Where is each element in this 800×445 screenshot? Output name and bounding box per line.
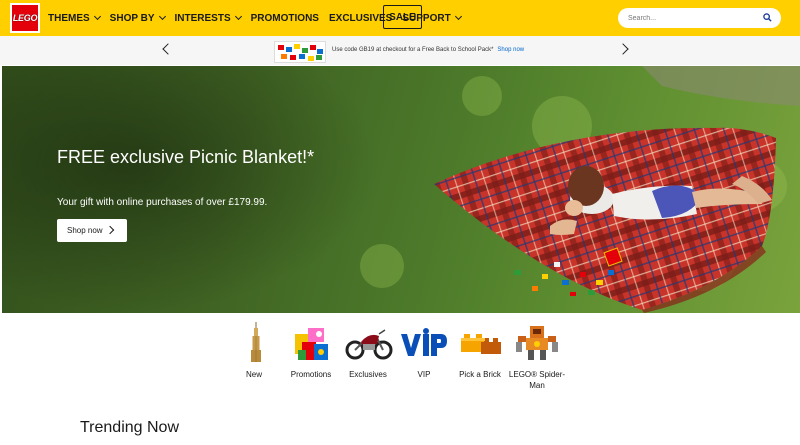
promo-text: Use code GB19 at checkout for a Free Bac… bbox=[332, 47, 494, 53]
hero-banner[interactable]: FREE exclusive Picnic Blanket!* Your gif… bbox=[2, 66, 800, 313]
category-promotions[interactable]: Promotions bbox=[281, 322, 341, 380]
category-spider-man[interactable]: LEGO® Spider-Man bbox=[507, 322, 567, 391]
sale-button[interactable]: SALE bbox=[383, 5, 422, 29]
category-exclusives-label: Exclusives bbox=[349, 370, 387, 379]
logo-text: LEGO bbox=[12, 13, 38, 23]
hero-picnic-image bbox=[2, 66, 800, 313]
nav-shop-by[interactable]: SHOP BY bbox=[109, 12, 166, 24]
nav-interests-label: INTERESTS bbox=[174, 12, 231, 24]
nav-themes[interactable]: THEMES bbox=[48, 12, 101, 24]
chevron-down-icon bbox=[454, 12, 462, 21]
search-box[interactable] bbox=[618, 8, 781, 28]
chevron-left-icon[interactable] bbox=[162, 43, 174, 55]
chevron-down-icon bbox=[234, 12, 242, 21]
top-header: LEGO THEMES SHOP BY INTERESTS PROMOTIONS… bbox=[0, 0, 800, 36]
lego-logo[interactable]: LEGO bbox=[10, 3, 40, 33]
promo-message: Use code GB19 at checkout for a Free Bac… bbox=[332, 47, 524, 53]
category-vip-label: VIP bbox=[417, 370, 431, 379]
nav-themes-label: THEMES bbox=[48, 12, 90, 24]
hero-shop-now-label: Shop now bbox=[67, 226, 103, 235]
promo-shop-now-link[interactable]: Shop now bbox=[497, 47, 524, 53]
chevron-down-icon bbox=[158, 12, 166, 21]
nav-shop-by-label: SHOP BY bbox=[109, 12, 155, 24]
empire-state-building-icon bbox=[251, 322, 261, 362]
nav-promotions-label: PROMOTIONS bbox=[250, 12, 319, 24]
hero-shop-now-button[interactable]: Shop now bbox=[57, 219, 127, 242]
chevron-right-icon bbox=[105, 225, 115, 235]
category-pick-a-brick-label: Pick a Brick bbox=[459, 370, 501, 379]
brick-icon bbox=[461, 334, 501, 354]
category-vip[interactable]: VIP bbox=[394, 322, 454, 380]
chevron-right-icon[interactable] bbox=[617, 43, 629, 55]
category-new-label: New bbox=[245, 370, 262, 379]
category-spider-man-label: LEGO® Spider-Man bbox=[508, 370, 566, 390]
category-pick-a-brick[interactable]: Pick a Brick bbox=[450, 322, 510, 380]
trending-now-heading: Trending Now bbox=[80, 419, 180, 436]
back-to-school-pack-image bbox=[274, 41, 326, 63]
chevron-down-icon bbox=[93, 12, 101, 21]
category-new[interactable]: New bbox=[224, 322, 284, 380]
nav-promotions[interactable]: PROMOTIONS bbox=[251, 13, 319, 24]
search-input[interactable] bbox=[628, 14, 758, 22]
nav-interests[interactable]: INTERESTS bbox=[174, 12, 242, 24]
hero-subtitle: Your gift with online purchases of over … bbox=[57, 197, 268, 208]
spider-man-mech-icon bbox=[516, 326, 558, 360]
promotions-boxes-icon bbox=[295, 328, 328, 360]
category-promotions-label: Promotions bbox=[290, 370, 332, 379]
vip-logo-icon bbox=[401, 328, 447, 356]
motorcycle-icon bbox=[345, 329, 393, 360]
hero-title: FREE exclusive Picnic Blanket!* bbox=[57, 147, 315, 167]
search-icon[interactable] bbox=[763, 13, 772, 22]
category-exclusives[interactable]: Exclusives bbox=[338, 322, 398, 380]
